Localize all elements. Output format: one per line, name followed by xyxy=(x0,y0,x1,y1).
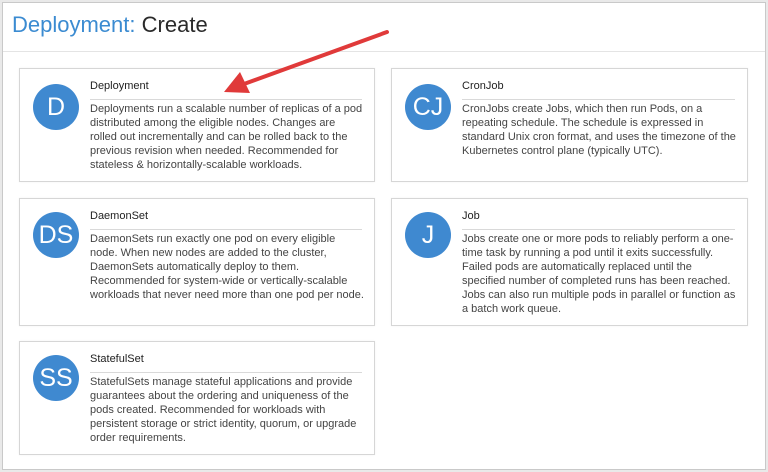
card-title[interactable]: DaemonSet xyxy=(90,209,362,230)
page-title-create: Create xyxy=(141,12,208,37)
title-divider xyxy=(3,51,765,52)
card-title[interactable]: CronJob xyxy=(462,79,735,100)
workload-card-job[interactable]: J Job Jobs create one or more pods to re… xyxy=(391,198,748,326)
card-description: DaemonSets run exactly one pod on every … xyxy=(90,233,364,301)
deployment-icon: D xyxy=(33,84,79,130)
statefulset-icon: SS xyxy=(33,355,79,401)
workload-card-statefulset[interactable]: SS StatefulSet StatefulSets manage state… xyxy=(19,341,375,455)
workload-card-deployment[interactable]: D Deployment Deployments run a scalable … xyxy=(19,68,375,182)
workload-card-cronjob[interactable]: CJ CronJob CronJobs create Jobs, which t… xyxy=(391,68,748,182)
job-icon: J xyxy=(405,212,451,258)
card-title[interactable]: Job xyxy=(462,209,735,230)
breadcrumb-deployment[interactable]: Deployment: xyxy=(12,12,136,37)
cronjob-icon: CJ xyxy=(405,84,451,130)
card-title[interactable]: Deployment xyxy=(90,79,362,100)
deployment-create-page: Deployment: Create D Deployment Deployme… xyxy=(2,2,766,470)
daemonset-icon: DS xyxy=(33,212,79,258)
card-description: StatefulSets manage stateful application… xyxy=(90,376,357,444)
card-description: Jobs create one or more pods to reliably… xyxy=(462,233,736,315)
card-description: Deployments run a scalable number of rep… xyxy=(90,103,363,171)
card-title[interactable]: StatefulSet xyxy=(90,352,362,373)
workload-card-daemonset[interactable]: DS DaemonSet DaemonSets run exactly one … xyxy=(19,198,375,326)
card-description: CronJobs create Jobs, which then run Pod… xyxy=(462,103,736,157)
page-title: Deployment: Create xyxy=(12,11,208,39)
